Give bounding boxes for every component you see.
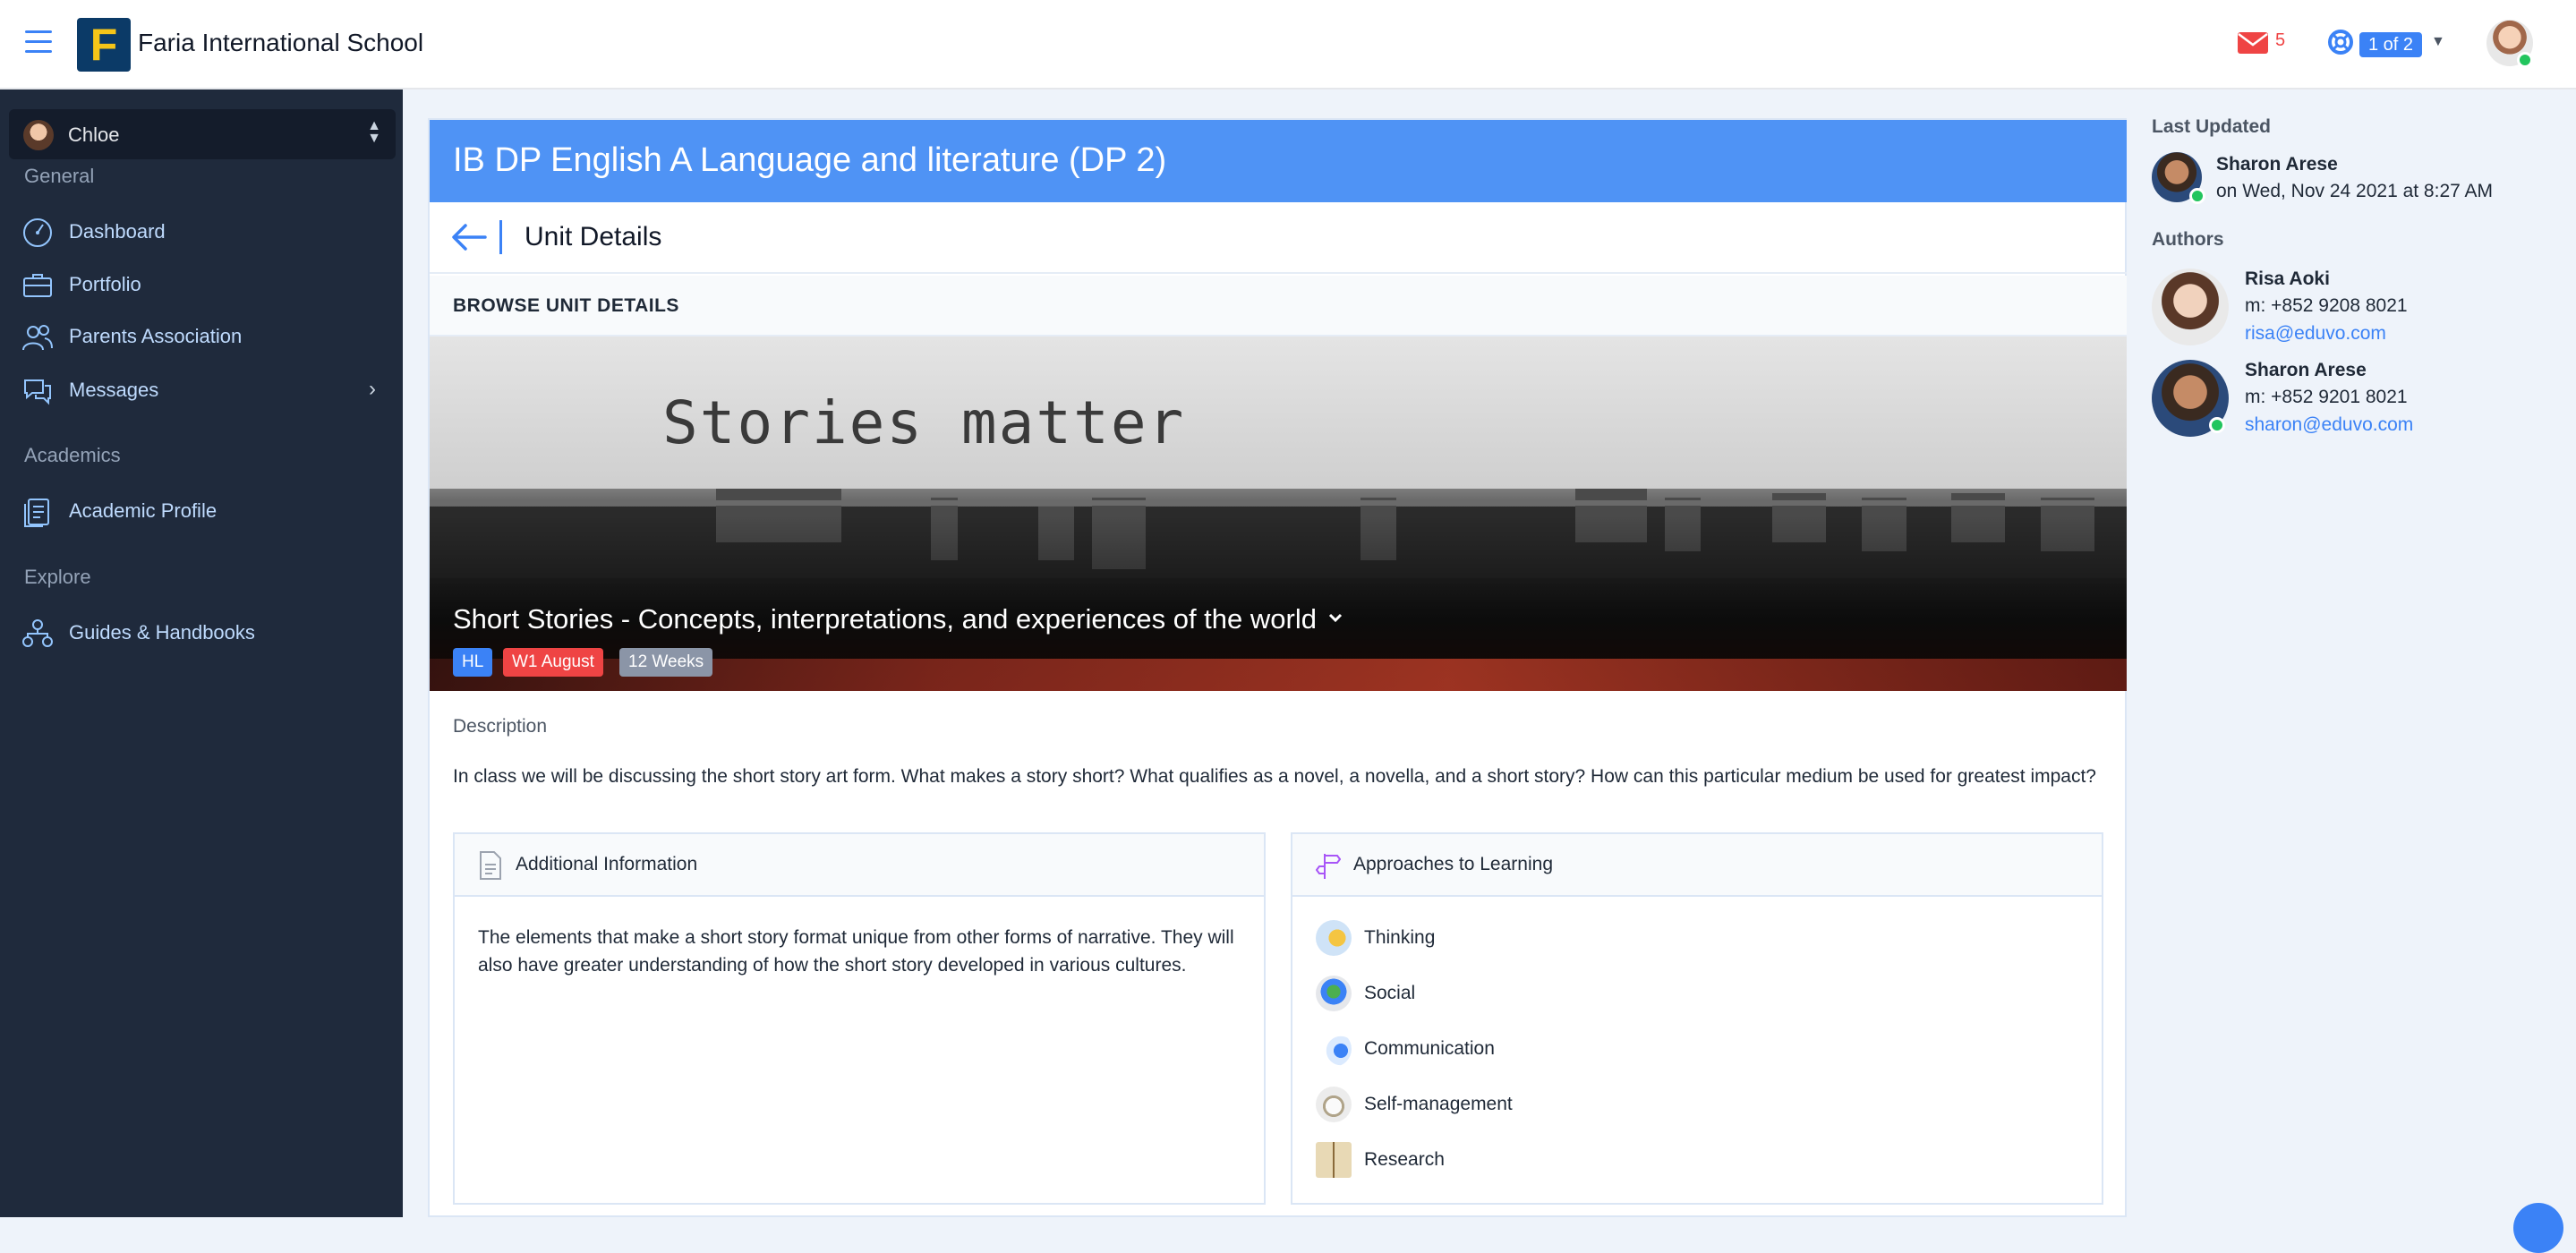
panel-header: Additional Information [455, 834, 1264, 897]
top-bar: F Faria International School 5 1 of 2 ▼ [0, 0, 2576, 90]
dashboard-gauge-icon [23, 218, 52, 247]
author-email-link[interactable]: risa@eduvo.com [2245, 323, 2386, 345]
sidebar-item-parents-association[interactable]: Parents Association [21, 314, 388, 357]
school-name: Faria International School [138, 29, 424, 56]
help-chat-button[interactable] [2513, 1203, 2563, 1253]
document-icon [480, 851, 501, 880]
approaches-to-learning-panel: Approaches to Learning Thinking Social C… [1291, 832, 2103, 1205]
section-label-explore: Explore [24, 566, 91, 588]
author-name[interactable]: Sharon Arese [2245, 360, 2367, 381]
student-avatar [23, 120, 54, 150]
sidebar-item-messages[interactable]: Messages › [21, 368, 388, 411]
updated-timestamp: on Wed, Nov 24 2021 at 8:27 AM [2216, 181, 2493, 201]
briefcase-icon [23, 274, 52, 297]
sidebar-item-label: Dashboard [69, 220, 166, 243]
course-title: IB DP English A Language and literature … [453, 141, 1167, 179]
hero-image-text: Stories matter [662, 388, 1186, 457]
hamburger-menu-icon[interactable] [25, 30, 52, 54]
atl-label: Thinking [1364, 927, 1436, 948]
atl-label: Self-management [1364, 1094, 1513, 1114]
panel-header: Approaches to Learning [1292, 834, 2102, 897]
sidebar-item-label: Parents Association [69, 325, 243, 347]
authors-label: Authors [2152, 229, 2224, 250]
description-text: In class we will be discussing the short… [453, 766, 2096, 787]
last-updated-label: Last Updated [2152, 116, 2272, 137]
atl-label: Research [1364, 1149, 1445, 1170]
online-status-dot [2517, 52, 2533, 68]
account-pager[interactable]: 1 of 2 [2359, 32, 2423, 57]
lifebuoy-icon[interactable] [2327, 29, 2354, 55]
sidebar-item-academic-profile[interactable]: Academic Profile [21, 489, 388, 532]
unit-details-header: Unit Details [430, 202, 2127, 274]
sidebar-item-portfolio[interactable]: Portfolio [21, 262, 388, 305]
student-switcher[interactable]: Chloe ▲ ▼ [9, 109, 396, 159]
divider [499, 220, 502, 254]
chevron-right-icon: › [369, 377, 376, 401]
speech-bubbles-icon [1316, 1031, 1352, 1067]
unit-details-title: Unit Details [525, 222, 662, 251]
updater-name[interactable]: Sharon Arese [2216, 154, 2338, 175]
sidebar-item-label: Guides & Handbooks [69, 621, 255, 644]
unit-hero-image: Stories matter Short Stories - Concepts,… [430, 337, 2127, 691]
student-name: Chloe [68, 124, 120, 146]
author-email-link[interactable]: sharon@eduvo.com [2245, 414, 2413, 436]
sidebar-item-dashboard[interactable]: Dashboard [21, 209, 388, 252]
online-status-dot [2209, 417, 2225, 433]
author-avatar [2152, 268, 2229, 345]
school-logo[interactable]: F [77, 18, 131, 72]
browse-unit-details: BROWSE UNIT DETAILS [430, 276, 2127, 337]
sidebar-item-label: Messages [69, 379, 159, 401]
author-name[interactable]: Risa Aoki [2245, 268, 2330, 290]
badge-start: W1 August [503, 648, 603, 677]
section-label-academics: Academics [24, 444, 121, 466]
people-icon [22, 325, 53, 351]
browse-label: BROWSE UNIT DETAILS [453, 295, 679, 316]
author-mobile: m: +852 9208 8021 [2245, 295, 2408, 316]
author-mobile: m: +852 9201 8021 [2245, 387, 2408, 407]
chevron-updown-icon: ▲ ▼ [367, 118, 381, 146]
open-book-icon [1316, 1142, 1352, 1178]
panel-title: Approaches to Learning [1353, 854, 1553, 874]
course-header: IB DP English A Language and literature … [430, 120, 2127, 202]
chevron-down-icon[interactable] [1326, 609, 1344, 626]
unit-card: IB DP English A Language and literature … [428, 118, 2127, 1217]
sidebar: Chloe ▲ ▼ General Dashboard Portfolio Par… [0, 90, 403, 1217]
org-chart-icon [22, 619, 53, 647]
unit-meta-panel: Last Updated Sharon Arese on Wed, Nov 24… [2128, 90, 2576, 1217]
thinking-gears-icon [1316, 920, 1352, 956]
description-label: Description [453, 716, 548, 737]
sidebar-item-guides-handbooks[interactable]: Guides & Handbooks [21, 610, 388, 653]
online-status-dot [2189, 188, 2205, 204]
sidebar-item-label: Portfolio [69, 273, 141, 295]
chat-bubbles-icon [24, 379, 51, 405]
chevron-down-icon[interactable]: ▼ [2431, 34, 2445, 50]
mail-icon[interactable] [2238, 30, 2268, 55]
back-arrow-icon[interactable] [451, 222, 487, 252]
additional-information-panel: Additional Information The elements that… [453, 832, 1266, 1205]
atl-label: Social [1364, 983, 1416, 1003]
document-stack-icon [24, 499, 49, 527]
globe-icon [1316, 976, 1352, 1011]
sidebar-item-label: Academic Profile [69, 499, 218, 522]
mail-count-badge: 5 [2275, 30, 2286, 50]
badge-duration: 12 Weeks [619, 648, 713, 677]
panel-title: Additional Information [516, 854, 698, 874]
stopwatch-icon [1316, 1087, 1352, 1122]
badge-level: HL [453, 648, 493, 677]
signpost-icon [1316, 854, 1341, 879]
atl-label: Communication [1364, 1038, 1495, 1059]
section-label-general: General [24, 165, 95, 187]
additional-information-text: The elements that make a short story for… [478, 927, 1234, 976]
unit-title[interactable]: Short Stories - Concepts, interpretation… [453, 603, 1317, 635]
